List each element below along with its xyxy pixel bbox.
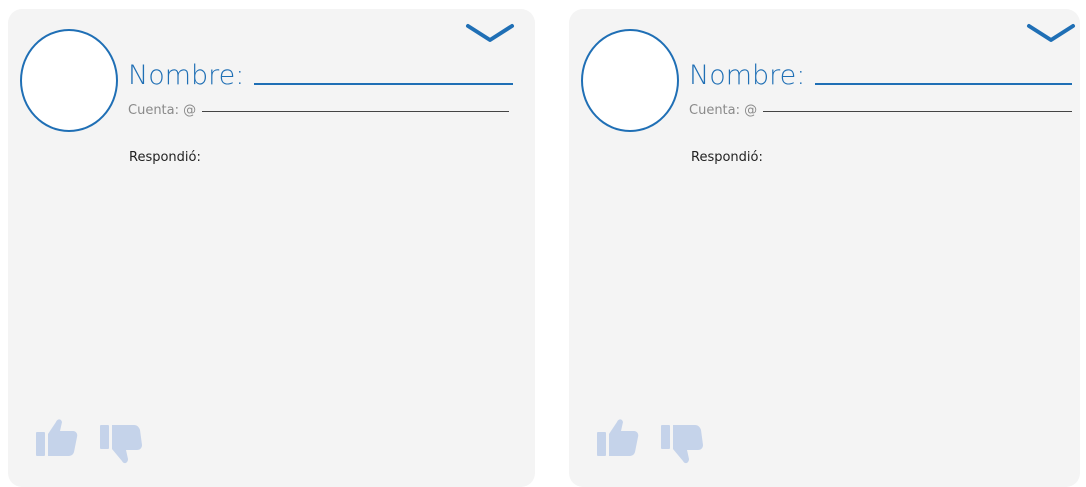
reply-card: Nombre: Cuenta: @ Respondió: — [569, 9, 1080, 487]
name-underline — [815, 83, 1072, 85]
account-underline — [763, 111, 1072, 112]
name-label: Nombre: — [689, 60, 806, 91]
chevron-down-icon[interactable] — [465, 21, 515, 45]
reply-card: Nombre: Cuenta: @ Respondió: — [8, 9, 535, 487]
chevron-down-icon[interactable] — [1026, 21, 1076, 45]
name-underline — [254, 83, 513, 85]
replied-label: Respondió: — [691, 150, 763, 165]
account-field[interactable]: Cuenta: @ — [128, 98, 509, 118]
account-label: Cuenta: @ — [128, 103, 197, 118]
thumbs-up-icon[interactable] — [597, 416, 639, 458]
account-label: Cuenta: @ — [689, 103, 758, 118]
account-underline — [202, 111, 509, 112]
avatar — [581, 29, 679, 132]
name-field[interactable]: Nombre: — [128, 53, 513, 89]
name-field[interactable]: Nombre: — [689, 53, 1072, 89]
thumbs-up-icon[interactable] — [36, 416, 78, 458]
thumbs-down-icon[interactable] — [661, 423, 705, 467]
avatar — [20, 29, 118, 132]
name-label: Nombre: — [128, 60, 245, 91]
thumbs-down-icon[interactable] — [100, 423, 144, 467]
account-field[interactable]: Cuenta: @ — [689, 98, 1072, 118]
replied-label: Respondió: — [129, 150, 201, 165]
